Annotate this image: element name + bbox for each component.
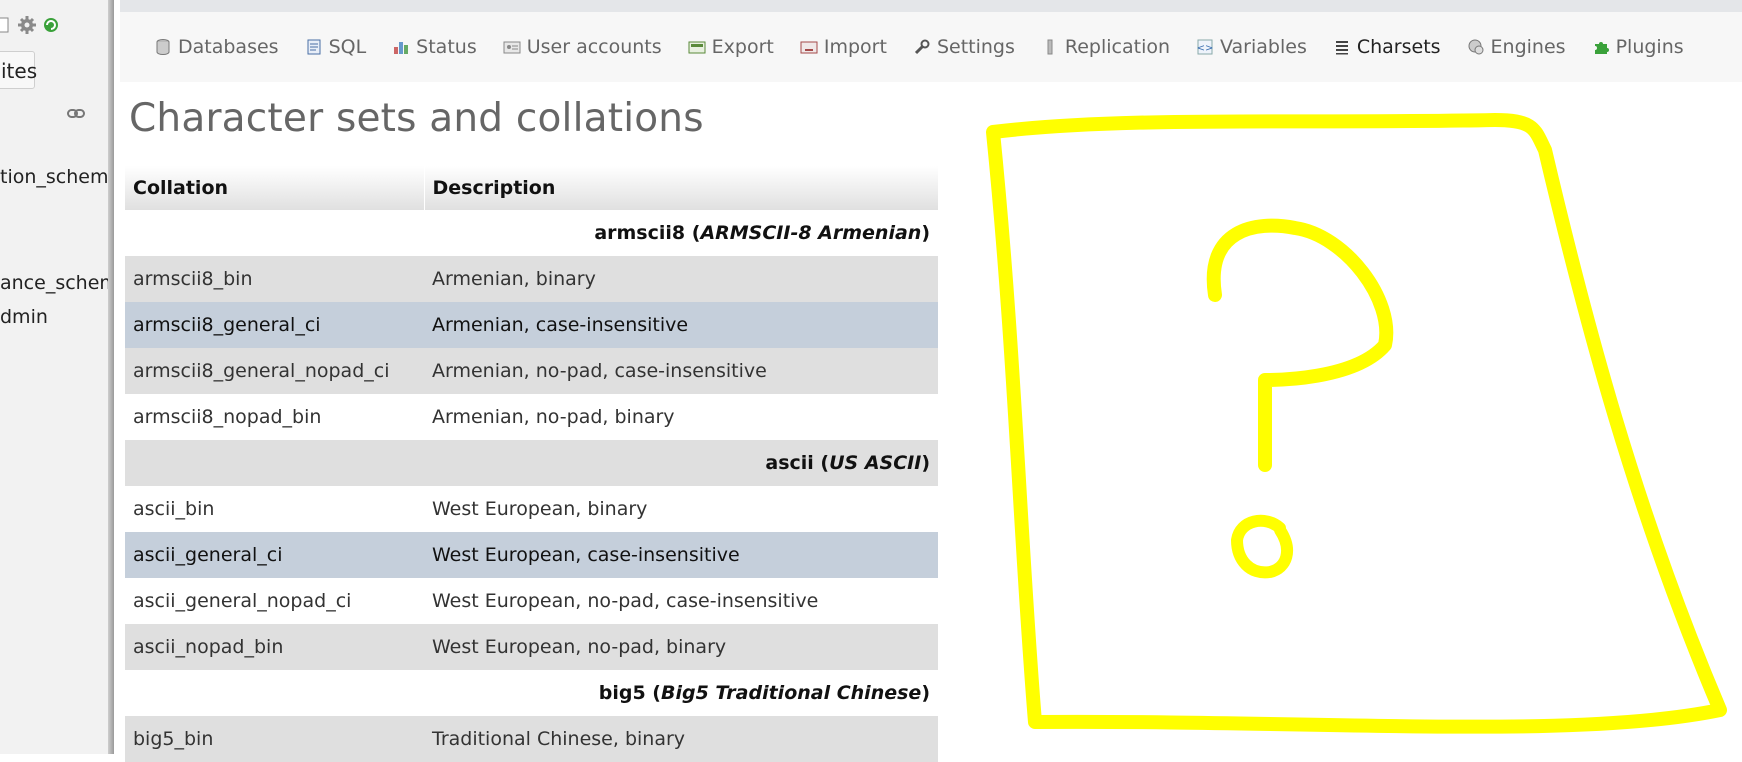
description-cell: West European, no-pad, binary	[424, 624, 938, 670]
description-cell: West European, binary	[424, 486, 938, 532]
sidebar-toolbar	[0, 16, 60, 34]
description-cell: Traditional Chinese, binary	[424, 716, 938, 762]
collation-cell: ascii_bin	[125, 486, 424, 532]
tab-label: Replication	[1064, 36, 1171, 58]
tab-replication[interactable]: Replication	[1041, 36, 1170, 58]
drawn-question-dot	[1231, 514, 1293, 579]
table-header-row: Collation Description	[125, 166, 939, 210]
puzzle-icon	[1592, 38, 1610, 56]
tab-import[interactable]: Import	[800, 36, 887, 58]
tab-label: Engines	[1490, 36, 1566, 58]
sidebar-db-item[interactable]: tion_schema	[0, 166, 114, 188]
description-cell: Armenian, no-pad, binary	[424, 394, 938, 440]
table-row[interactable]: ascii_general_nopad_ci West European, no-…	[125, 578, 938, 624]
charset-group-cell: ascii (US ASCII)	[125, 440, 938, 486]
charset-group-cell: armscii8 (ARMSCII-8 Armenian)	[125, 210, 938, 256]
database-icon	[154, 38, 172, 56]
user-accounts-icon	[503, 38, 521, 56]
charset-name: big5	[598, 682, 646, 704]
tab-status[interactable]: Status	[392, 36, 477, 58]
tab-label: Export	[711, 36, 774, 58]
tab-label: Variables	[1220, 36, 1307, 58]
engines-icon	[1467, 38, 1485, 56]
drawn-frame	[986, 113, 1727, 734]
charset-group-row: ascii (US ASCII)	[125, 440, 938, 486]
description-cell: West European, case-insensitive	[424, 532, 938, 578]
sql-icon	[305, 38, 323, 56]
sidebar-db-item[interactable]: dmin	[0, 306, 48, 328]
tab-export[interactable]: Export	[688, 36, 774, 58]
tab-user-accounts[interactable]: User accounts	[503, 36, 662, 58]
wrench-icon	[913, 38, 931, 56]
collation-column-header[interactable]: Collation	[125, 166, 425, 210]
charset-description: US ASCII	[829, 452, 922, 474]
charset-name: ascii	[765, 452, 814, 474]
tab-label: Charsets	[1356, 36, 1441, 58]
description-column-header[interactable]: Description	[424, 166, 939, 210]
tab-sql[interactable]: SQL	[305, 36, 367, 58]
navigation-panel: ites tion_schema ance_schema dmin	[0, 0, 114, 754]
replication-icon	[1041, 38, 1059, 56]
description-cell: Armenian, no-pad, case-insensitive	[424, 348, 938, 394]
tab-variables[interactable]: <> Variables	[1196, 36, 1307, 58]
charset-group-row: armscii8 (ARMSCII-8 Armenian)	[125, 210, 938, 256]
export-icon	[688, 38, 706, 56]
svg-text:<>: <>	[1197, 43, 1214, 54]
tab-label: Status	[416, 36, 477, 58]
collation-cell: armscii8_general_nopad_ci	[125, 348, 424, 394]
tab-label: SQL	[328, 36, 367, 58]
tab-databases[interactable]: Databases	[154, 36, 279, 58]
table-row[interactable]: ascii_bin West European, binary	[125, 486, 938, 532]
collation-cell: armscii8_general_ci	[125, 302, 424, 348]
tab-label: Settings	[936, 36, 1015, 58]
panel-splitter[interactable]	[108, 0, 114, 754]
link-icon[interactable]	[67, 106, 85, 120]
charset-name: armscii8	[594, 222, 686, 244]
page-title: Character sets and collations	[129, 96, 704, 141]
charset-group-row: big5 (Big5 Traditional Chinese)	[125, 670, 938, 716]
sidebar-db-item[interactable]: ance_schema	[0, 272, 114, 294]
collation-cell: ascii_general_ci	[125, 532, 424, 578]
collation-cell: armscii8_bin	[125, 256, 424, 302]
collations-table: Collation Description armscii8 (ARMSCII-…	[125, 166, 939, 762]
variables-icon: <>	[1196, 38, 1214, 56]
description-cell: West European, no-pad, case-insensitive	[424, 578, 938, 624]
collation-cell: armscii8_nopad_bin	[125, 394, 424, 440]
tab-charsets[interactable]: Charsets	[1333, 36, 1441, 58]
page-icon[interactable]	[0, 16, 12, 34]
favorites-tab[interactable]: ites	[0, 51, 37, 89]
charset-description: Big5 Traditional Chinese	[660, 682, 922, 704]
status-icon	[392, 38, 410, 56]
charset-group-cell: big5 (Big5 Traditional Chinese)	[125, 670, 938, 716]
collation-cell: big5_bin	[125, 716, 424, 762]
table-row[interactable]: ascii_general_ci West European, case-inse…	[125, 532, 938, 578]
top-strip	[120, 0, 1742, 12]
tab-label: Databases	[178, 36, 279, 58]
table-row[interactable]: armscii8_general_nopad_ci Armenian, no-pa…	[125, 348, 938, 394]
description-cell: Armenian, binary	[424, 256, 938, 302]
collation-cell: ascii_general_nopad_ci	[125, 578, 424, 624]
tab-engines[interactable]: Engines	[1467, 36, 1566, 58]
table-row[interactable]: big5_bin Traditional Chinese, binary	[125, 716, 938, 762]
question-mark-drawing	[986, 113, 1727, 734]
reload-icon[interactable]	[42, 16, 60, 34]
collation-cell: ascii_nopad_bin	[125, 624, 424, 670]
charset-description: ARMSCII-8 Armenian	[700, 222, 922, 244]
table-row[interactable]: ascii_nopad_bin West European, no-pad, bi…	[125, 624, 938, 670]
gear-icon[interactable]	[18, 16, 36, 34]
import-icon	[800, 38, 818, 56]
drawn-question-curve	[1206, 218, 1394, 472]
tab-plugins[interactable]: Plugins	[1592, 36, 1684, 58]
table-row[interactable]: armscii8_general_ci Armenian, case-insens…	[125, 302, 938, 348]
top-menu: Databases SQL Status User accounts Export Imp…	[120, 12, 1742, 82]
charsets-icon	[1333, 38, 1351, 56]
tab-label: Plugins	[1615, 36, 1684, 58]
tab-label: Import	[823, 36, 887, 58]
tab-settings[interactable]: Settings	[913, 36, 1015, 58]
table-row[interactable]: armscii8_bin Armenian, binary	[125, 256, 938, 302]
tab-label: User accounts	[526, 36, 662, 58]
description-cell: Armenian, case-insensitive	[424, 302, 938, 348]
table-row[interactable]: armscii8_nopad_bin Armenian, no-pad, bina…	[125, 394, 938, 440]
